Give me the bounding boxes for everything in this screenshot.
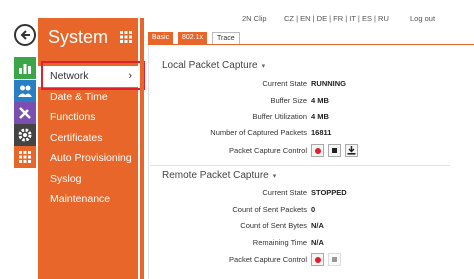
field-value: RUNNING: [311, 79, 346, 88]
remote-capture-title-text: Remote Packet Capture: [162, 170, 269, 181]
sidebar-item-auto-provisioning[interactable]: Auto Provisioning: [38, 148, 138, 169]
stop-button[interactable]: [328, 253, 341, 266]
sidebar-item-syslog[interactable]: Syslog: [38, 169, 138, 190]
field-label: Count of Sent Bytes: [240, 221, 307, 230]
record-button[interactable]: [311, 253, 324, 266]
remote-capture-title[interactable]: Remote Packet Capture ▾: [162, 170, 276, 181]
field-label: Number of Captured Packets: [210, 128, 307, 137]
local-buffer-size-row: Buffer Size 4 MB: [150, 96, 450, 109]
language-selector[interactable]: CZ | EN | DE | FR | IT | ES | RU: [284, 14, 389, 23]
app-root: System Network › Date & Time Functions C…: [0, 0, 474, 279]
top-bar: 2N Clip CZ | EN | DE | FR | IT | ES | RU…: [144, 0, 474, 34]
local-capture-title[interactable]: Local Packet Capture ▾: [162, 60, 265, 71]
local-current-state-row: Current State RUNNING: [150, 79, 450, 92]
sidebar-item-label: Maintenance: [50, 193, 111, 205]
stop-button[interactable]: [328, 144, 341, 157]
sidebar-item-label: Functions: [50, 111, 96, 123]
grid-menu-icon[interactable]: [14, 146, 36, 168]
sidebar-item-certificates[interactable]: Certificates: [38, 128, 138, 149]
download-button[interactable]: [345, 144, 358, 157]
sidebar-item-label: Auto Provisioning: [50, 152, 132, 164]
tab-underline: [148, 44, 474, 45]
sidebar-item-label: Certificates: [50, 131, 103, 144]
field-value: 0: [311, 205, 316, 214]
stop-icon: [332, 257, 337, 262]
caret-down-icon: ▾: [272, 173, 277, 180]
network-highlight-box: [41, 61, 145, 90]
record-icon: [314, 256, 321, 263]
sidebar-item-functions[interactable]: Functions: [38, 107, 138, 128]
local-capture-title-text: Local Packet Capture: [162, 60, 258, 71]
tab-basic[interactable]: Basic: [148, 32, 174, 44]
field-label: Count of Sent Packets: [232, 205, 307, 214]
content-border: [148, 45, 149, 279]
remote-sent-packets-row: Count of Sent Packets 0: [150, 205, 450, 218]
field-value: 4 MB: [311, 96, 329, 105]
remote-sent-bytes-row: Count of Sent Bytes N/A: [150, 221, 450, 234]
remote-remaining-time-row: Remaining Time N/A: [150, 238, 450, 251]
local-buffer-utilization-row: Buffer Utilization 4 MB: [150, 112, 450, 125]
tab-8021x[interactable]: 802.1x: [178, 32, 208, 44]
field-label: Buffer Utilization: [252, 112, 307, 121]
record-icon: [314, 147, 321, 154]
caret-down-icon: ▾: [261, 63, 266, 70]
back-icon[interactable]: [14, 24, 36, 46]
field-value: N/A: [311, 221, 324, 230]
tools-icon[interactable]: [14, 102, 36, 124]
logout-link[interactable]: Log out: [410, 14, 435, 23]
field-value: 4 MB: [311, 112, 329, 121]
chart-icon[interactable]: [14, 57, 36, 79]
field-label: Current State: [262, 79, 307, 88]
record-button[interactable]: [311, 144, 324, 157]
grid-icon[interactable]: [120, 30, 132, 48]
local-captured-packets-row: Number of Captured Packets 16811: [150, 128, 450, 141]
field-label: Packet Capture Control: [229, 146, 307, 155]
sidebar-item-label: Date & Time: [50, 90, 108, 103]
stop-icon: [332, 148, 337, 153]
sidebar: System Network › Date & Time Functions C…: [38, 18, 138, 279]
download-icon: [347, 146, 356, 155]
field-value: 16811: [311, 128, 332, 137]
section-divider: [150, 165, 450, 166]
field-label: Current State: [262, 188, 307, 197]
sidebar-item-label: Syslog: [50, 172, 82, 185]
users-icon[interactable]: [14, 80, 36, 102]
device-name: 2N Clip: [242, 14, 267, 23]
sidebar-title: System: [48, 27, 109, 47]
sidebar-divider: [140, 18, 144, 279]
field-label: Remaining Time: [252, 238, 307, 247]
sidebar-item-maintenance[interactable]: Maintenance: [38, 189, 138, 210]
remote-capture-control-row: Packet Capture Control: [150, 253, 450, 268]
field-value: STOPPED: [311, 188, 347, 197]
field-label: Packet Capture Control: [229, 255, 307, 264]
field-label: Buffer Size: [270, 96, 307, 105]
remote-current-state-row: Current State STOPPED: [150, 188, 450, 201]
gear-icon[interactable]: [14, 124, 36, 146]
local-capture-control-row: Packet Capture Control: [150, 144, 450, 159]
field-value: N/A: [311, 238, 324, 247]
